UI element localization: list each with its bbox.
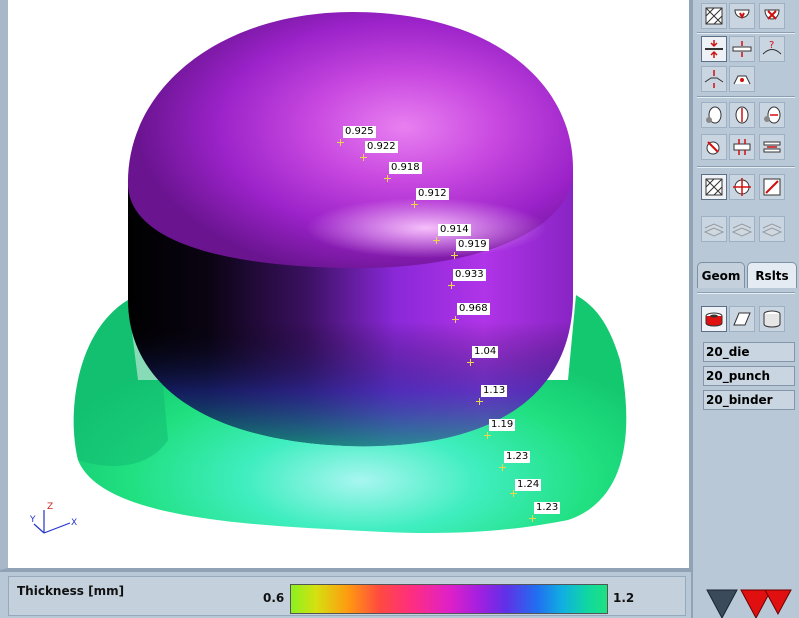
tool-list-item[interactable]: 20_binder [703,390,795,410]
tab-geom[interactable]: Geom [697,262,745,288]
legend-panel: Thickness [mm] 0.6 1.2 [8,576,686,616]
probe-clear-icon [763,178,781,196]
thinning-button[interactable] [729,134,755,160]
thickness-value-label: 0.925 [343,126,376,138]
probe-marker [360,154,367,161]
ellipse-icon [706,106,722,124]
thickness-value-label: 1.04 [472,346,499,358]
tool-panel: ? Geom Rslts 20_die 20_punch 20_binder [691,0,799,618]
legend-title: Thickness [mm] [17,584,125,598]
layers-icon [703,223,725,237]
major-strain-button[interactable] [729,102,755,128]
circle-grid-button[interactable] [701,102,727,128]
axis-y-label: Y [30,515,36,525]
legend-bar: Thickness [mm] 0.6 1.2 [0,570,691,618]
layer-button-3[interactable] [759,216,785,242]
layer-button-1[interactable] [701,216,727,242]
probe-marker [337,139,344,146]
probe-marker [451,252,458,259]
punch-cylinder-icon [763,310,781,328]
formed-part-model [73,12,627,533]
section-offset-button[interactable] [729,36,755,62]
blank-sheet-icon [733,312,751,326]
legend-max-value: 1.2 [613,591,635,605]
major-strain-icon [735,106,749,124]
probe-marker [484,432,491,439]
tab-rslts[interactable]: Rslts [747,262,797,288]
section-query-button[interactable]: ? [759,36,785,62]
die-check-alt-button[interactable] [759,3,785,29]
thickness-value-label: 0.918 [389,162,422,174]
thickness-value-label: 1.23 [504,451,531,463]
svg-text:?: ? [769,40,774,51]
binder-section-button[interactable] [701,66,727,92]
3d-viewport[interactable]: 0.925 0.922 0.918 0.912 0.914 0.919 0.933 0.968… [0,0,691,570]
layers-icon [761,223,783,237]
thickness-value-label: 0.912 [416,188,449,200]
tool-list-item[interactable]: 20_punch [703,366,795,386]
point-probe-button[interactable] [729,174,755,200]
legend-min-value: 0.6 [263,591,285,605]
thickening-button[interactable] [759,134,785,160]
probe-marker [384,175,391,182]
probe-clear-button[interactable] [759,174,785,200]
next-arrow-icon[interactable] [740,589,792,618]
thinning-icon [733,139,751,155]
probe-marker [452,316,459,323]
axis-triad: Z Y X [30,502,77,534]
thickening-icon [763,141,781,153]
question-icon: ? [762,40,782,55]
probe-marker [411,201,418,208]
section-offset-icon [732,41,752,57]
probe-marker [476,398,483,405]
mesh-icon [705,7,723,25]
contour-mesh-icon [705,178,723,196]
axis-x-label: X [71,518,77,528]
probe-marker [467,359,474,366]
punch-section-button[interactable] [729,66,755,92]
tool-list-item[interactable]: 20_die [703,342,795,362]
punch-filter-button[interactable] [759,306,785,332]
thickness-value-label: 0.914 [438,224,471,236]
navigation-arrows [706,589,792,618]
probe-marker [448,282,455,289]
previous-arrow-icon[interactable] [706,589,738,618]
probe-marker [510,490,517,497]
thickness-value-label: 0.933 [453,269,486,281]
section-plane-icon [705,40,723,58]
thickness-value-label: 0.968 [457,303,490,315]
contour-mesh-button[interactable] [701,174,727,200]
die-shape-icon [734,9,750,20]
thickness-value-label: 0.922 [365,141,398,153]
die-cup-icon [705,312,723,327]
axis-z-label: Z [47,502,53,512]
minor-strain-icon [764,106,781,124]
die-filter-button[interactable] [701,306,727,332]
layers-icon [731,223,753,237]
crosshair-icon [733,178,751,196]
section-button[interactable] [701,36,727,62]
thickness-value-label: 1.19 [489,419,516,431]
strain-path-icon [706,141,720,155]
thickness-value-label: 1.23 [534,502,561,514]
layer-button-2[interactable] [729,216,755,242]
thickness-value-label: 1.13 [481,385,508,397]
probe-marker [529,515,536,522]
binder-icon [704,70,724,88]
thickness-value-label: 0.919 [456,239,489,251]
die-cross-icon [764,9,780,20]
probe-marker [499,464,506,471]
punch-icon [733,75,751,85]
die-check-button[interactable] [729,3,755,29]
thickness-value-label: 1.24 [515,479,542,491]
probe-marker [433,237,440,244]
minor-strain-button[interactable] [759,102,785,128]
legend-color-scale [290,584,608,614]
blank-filter-button[interactable] [729,306,755,332]
strain-path-button[interactable] [701,134,727,160]
mesh-view-button[interactable] [701,3,727,29]
